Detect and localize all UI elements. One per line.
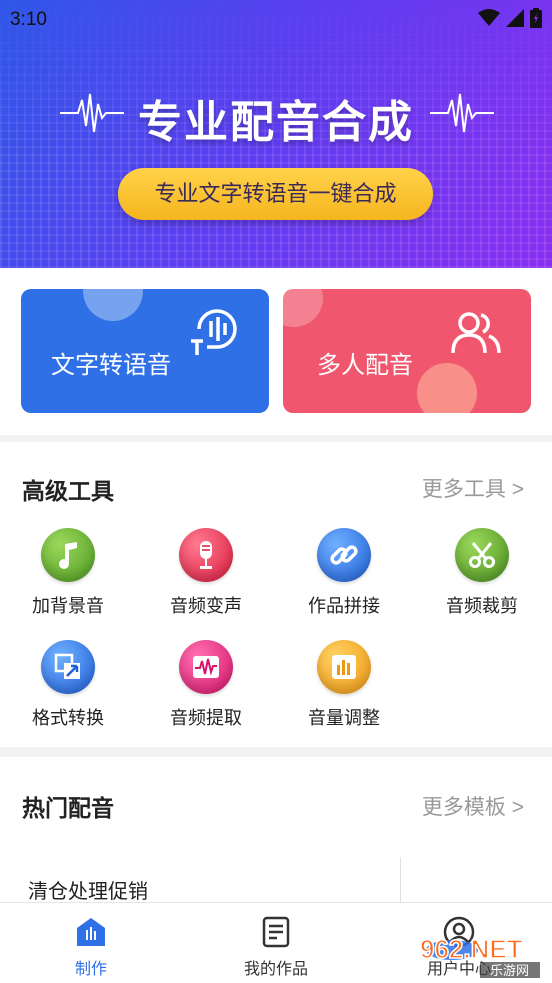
decor-bubble bbox=[417, 363, 477, 413]
hot-dubbing-section: 热门配音 更多模板 > 清仓处理促销 bbox=[0, 757, 552, 904]
feature-cards: 文字转语音 多人配音 bbox=[0, 268, 552, 435]
tool-label: 加背景音 bbox=[32, 596, 104, 616]
decor-bubble bbox=[83, 289, 143, 321]
scissors-icon bbox=[455, 528, 509, 582]
make-icon bbox=[26, 915, 156, 949]
multi-voice-label: 多人配音 bbox=[317, 352, 413, 379]
tool-label: 音频裁剪 bbox=[446, 596, 518, 616]
divider bbox=[400, 857, 401, 902]
watermark-logo: 962.NET 乐游网 bbox=[419, 933, 540, 978]
header-banner[interactable]: 3:10 专业配音合成 专业文字转语音一键合成 bbox=[0, 0, 552, 268]
status-bar: 3:10 bbox=[0, 0, 552, 38]
volume-bars-icon bbox=[317, 640, 371, 694]
nav-my-works[interactable]: 我的作品 bbox=[211, 915, 341, 979]
nav-make[interactable]: 制作 bbox=[26, 915, 156, 979]
tool-volume-adjust[interactable]: 音量调整 bbox=[284, 640, 404, 730]
tool-label: 音频变声 bbox=[170, 596, 242, 616]
tools-section-title: 高级工具 bbox=[22, 478, 114, 504]
hot-template-item[interactable]: 清仓处理促销 bbox=[28, 875, 148, 904]
nav-label: 我的作品 bbox=[243, 961, 308, 978]
svg-text:乐游网: 乐游网 bbox=[490, 964, 529, 978]
microphone-icon bbox=[179, 528, 233, 582]
waveform-icon bbox=[179, 640, 233, 694]
tool-label: 格式转换 bbox=[32, 708, 104, 728]
link-icon bbox=[317, 528, 371, 582]
tool-label: 音量调整 bbox=[308, 708, 380, 728]
battery-icon bbox=[530, 8, 542, 28]
status-icons bbox=[478, 8, 542, 28]
tool-format-convert[interactable]: 格式转换 bbox=[8, 640, 128, 730]
svg-text:962.NET: 962.NET bbox=[420, 934, 523, 964]
text-to-speech-label: 文字转语音 bbox=[51, 352, 171, 379]
music-note-icon bbox=[41, 528, 95, 582]
users-icon bbox=[451, 312, 501, 354]
tool-audio-extract[interactable]: 音频提取 bbox=[146, 640, 266, 730]
multi-voice-card[interactable]: 多人配音 bbox=[283, 289, 531, 413]
tool-add-background-music[interactable]: 加背景音 bbox=[8, 528, 128, 618]
nav-label: 制作 bbox=[74, 961, 107, 978]
banner-pill-button[interactable]: 专业文字转语音一键合成 bbox=[118, 168, 433, 220]
text-to-speech-card[interactable]: 文字转语音 bbox=[21, 289, 269, 413]
wifi-icon bbox=[478, 9, 500, 26]
convert-icon bbox=[41, 640, 95, 694]
status-time: 3:10 bbox=[10, 9, 47, 30]
signal-icon bbox=[506, 9, 524, 27]
decor-bubble bbox=[283, 289, 323, 327]
document-icon bbox=[211, 915, 341, 949]
more-tools-link[interactable]: 更多工具 > bbox=[422, 473, 524, 503]
waveform-decor-icon bbox=[430, 93, 494, 133]
more-templates-link[interactable]: 更多模板 > bbox=[422, 791, 524, 821]
hot-section-title: 热门配音 bbox=[22, 795, 114, 821]
tool-label: 作品拼接 bbox=[308, 596, 380, 616]
speech-to-text-icon bbox=[191, 309, 237, 355]
tool-audio-trim[interactable]: 音频裁剪 bbox=[422, 528, 542, 618]
advanced-tools-section: 高级工具 更多工具 > 加背景音 音频变声 作品拼接 音频裁剪 格式转换 音频提… bbox=[0, 442, 552, 747]
tool-voice-change[interactable]: 音频变声 bbox=[146, 528, 266, 618]
tool-merge-works[interactable]: 作品拼接 bbox=[284, 528, 404, 618]
tool-label: 音频提取 bbox=[170, 708, 242, 728]
